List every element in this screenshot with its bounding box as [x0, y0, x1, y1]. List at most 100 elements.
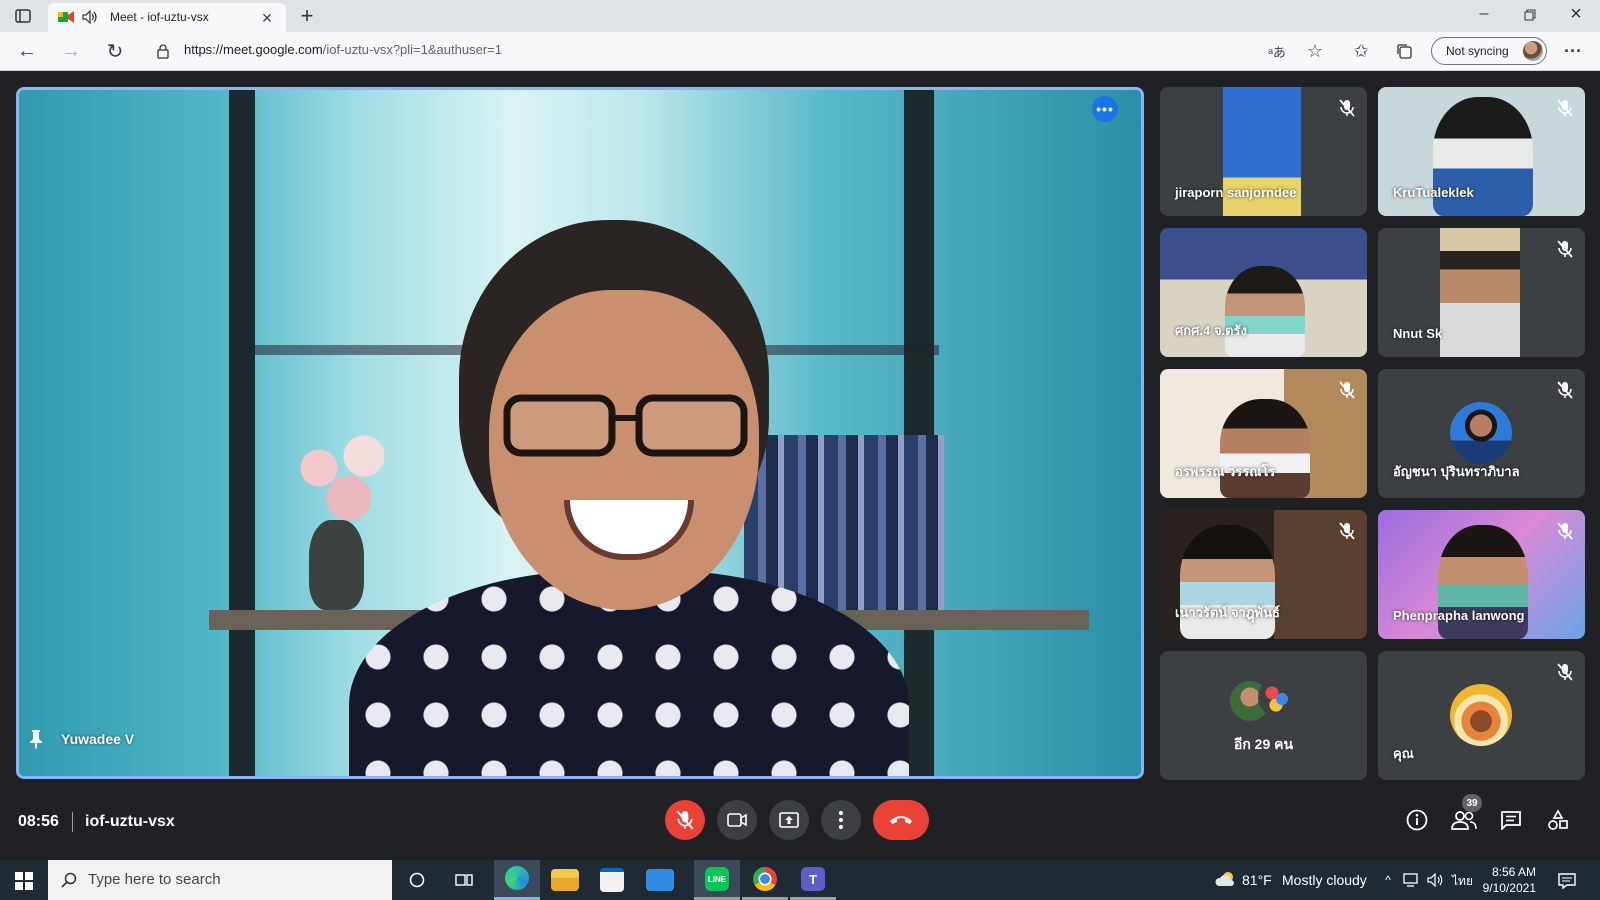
weather-widget[interactable]: 81°F Mostly cloudy	[1210, 860, 1370, 900]
add-favorite-icon[interactable]: ☆	[1304, 40, 1326, 62]
divider	[72, 812, 73, 832]
close-tab-icon[interactable]: ×	[258, 8, 276, 28]
participant-name: Nnut Sk	[1393, 326, 1443, 341]
favorites-icon[interactable]: ✩	[1350, 40, 1372, 62]
participant-name: KruTualeklek	[1393, 185, 1474, 200]
taskbar-clock[interactable]: 8:56 AM 9/10/2021	[1476, 864, 1536, 896]
participant-tile[interactable]: jiraporn sanjorndee	[1160, 87, 1367, 216]
window-frame	[229, 90, 255, 776]
profile-sync-button[interactable]: Not syncing	[1431, 37, 1547, 65]
participant-name: jiraporn sanjorndee	[1175, 185, 1297, 200]
task-view-icon[interactable]	[454, 870, 474, 890]
participant-name: ศกศ.4 จ.ตรัง	[1175, 323, 1247, 338]
browser-tab-meet[interactable]: Meet - iof-uztu-vsx ×	[48, 3, 286, 32]
new-tab-icon[interactable]: +	[296, 3, 318, 28]
windows-start-icon[interactable]	[14, 871, 34, 891]
notifications-icon[interactable]	[1556, 870, 1578, 892]
collections-icon[interactable]	[1394, 41, 1414, 61]
back-arrow-icon[interactable]: ←	[16, 40, 38, 62]
mic-off-icon	[1557, 381, 1573, 399]
mail-icon[interactable]	[646, 869, 674, 891]
mic-off-icon	[1339, 99, 1355, 117]
present-screen-button[interactable]	[769, 800, 809, 840]
windows-taskbar: Type here to search LINE T 81°F Mostly c…	[0, 860, 1600, 900]
teams-icon: T	[801, 867, 825, 891]
more-vertical-icon	[839, 811, 843, 829]
mic-off-icon	[1339, 381, 1355, 399]
info-icon	[1406, 809, 1428, 831]
address-toolbar: ← → ↻ https://meet.google.com/iof-uztu-v…	[0, 32, 1600, 71]
cloud-icon	[1214, 871, 1236, 887]
refresh-icon[interactable]: ↻	[104, 40, 126, 63]
present-icon	[779, 812, 799, 828]
meeting-info-button[interactable]	[1403, 806, 1431, 834]
clock-time: 8:56 AM	[1491, 865, 1536, 879]
close-window-icon[interactable]: ×	[1566, 3, 1586, 25]
mic-off-icon	[1339, 522, 1355, 540]
more-options-button[interactable]	[821, 800, 861, 840]
participant-tile[interactable]: อัญชนา ปุรินทราภิบาล	[1378, 369, 1585, 498]
file-explorer-icon[interactable]	[551, 869, 579, 891]
translate-icon[interactable]: ᵃあ	[1266, 41, 1288, 61]
settings-more-icon[interactable]: ···	[1562, 40, 1584, 62]
activities-button[interactable]	[1544, 806, 1572, 834]
chevron-up-icon[interactable]: ^	[1380, 870, 1396, 890]
mic-off-icon	[1557, 522, 1573, 540]
chrome-app-icon[interactable]	[742, 860, 788, 900]
mic-toggle-button[interactable]	[665, 800, 705, 840]
volume-icon[interactable]	[1426, 870, 1446, 890]
chat-button[interactable]	[1497, 806, 1525, 834]
restore-icon[interactable]	[1521, 6, 1539, 24]
participant-tile[interactable]: Nnut Sk	[1378, 228, 1585, 357]
lock-icon[interactable]	[155, 42, 171, 60]
participant-video	[1220, 399, 1310, 498]
activities-icon	[1548, 809, 1568, 830]
meeting-time: 08:56	[18, 813, 59, 830]
address-input[interactable]: https://meet.google.com/iof-uztu-vsx?pli…	[184, 42, 502, 57]
participant-tile[interactable]: อรพรรณ วรรณโร	[1160, 369, 1367, 498]
participant-name: อรพรรณ วรรณโร	[1175, 464, 1276, 479]
input-language[interactable]: ไทย	[1452, 872, 1473, 891]
minimize-icon[interactable]: –	[1474, 4, 1494, 24]
participants-count-badge: 39	[1462, 794, 1482, 812]
forward-arrow-icon[interactable]: →	[60, 40, 82, 62]
tab-title: Meet - iof-uztu-vsx	[110, 10, 209, 24]
participant-tile[interactable]: KruTualeklek	[1378, 87, 1585, 216]
more-options-icon[interactable]: •••	[1092, 96, 1118, 122]
glasses	[499, 390, 754, 460]
cortana-icon[interactable]	[407, 870, 427, 890]
url-path: /iof-uztu-vsx?pli=1&authuser=1	[322, 42, 502, 57]
participant-tile[interactable]: Phenprapha lanwong	[1378, 510, 1585, 639]
participant-avatar	[1450, 402, 1512, 464]
leave-call-button[interactable]	[873, 800, 929, 840]
participant-name: อัญชนา ปุรินทราภิบาล	[1393, 464, 1520, 479]
main-participant-name: Yuwadee V	[61, 731, 135, 747]
teams-app-icon[interactable]: T	[790, 860, 836, 900]
sync-label: Not syncing	[1446, 44, 1509, 58]
mic-off-icon	[1557, 99, 1573, 117]
sidebar-toggle-icon[interactable]	[14, 7, 32, 25]
participant-tile[interactable]: ศกศ.4 จ.ตรัง	[1160, 228, 1367, 357]
network-icon[interactable]	[1402, 870, 1422, 890]
others-tile[interactable]: อีก 29 คน	[1160, 651, 1367, 780]
edge-taskbar-icon[interactable]	[494, 860, 540, 900]
camera-toggle-button[interactable]	[717, 800, 757, 840]
others-avatar	[1258, 677, 1298, 717]
line-app-icon[interactable]: LINE	[694, 860, 740, 900]
profile-avatar	[1523, 41, 1543, 61]
pin-icon[interactable]	[29, 729, 45, 749]
audio-playing-icon[interactable]	[82, 9, 98, 25]
mic-off-icon	[676, 810, 694, 830]
search-placeholder: Type here to search	[88, 871, 221, 888]
self-tile[interactable]: คุณ	[1378, 651, 1585, 780]
mic-off-icon	[1557, 240, 1573, 258]
edge-icon	[505, 866, 529, 890]
weather-desc: Mostly cloudy	[1282, 872, 1367, 888]
store-icon[interactable]	[600, 868, 624, 892]
participant-tile[interactable]: เนาวรัตน์ จาฎุพันธ์	[1160, 510, 1367, 639]
url-domain: https://meet.google.com	[184, 42, 323, 57]
participant-name: Phenprapha lanwong	[1393, 608, 1525, 623]
main-video-stage[interactable]: ••• Yuwadee V	[16, 87, 1144, 779]
clock-date: 9/10/2021	[1482, 881, 1536, 895]
taskbar-search-box[interactable]: Type here to search	[48, 860, 392, 900]
